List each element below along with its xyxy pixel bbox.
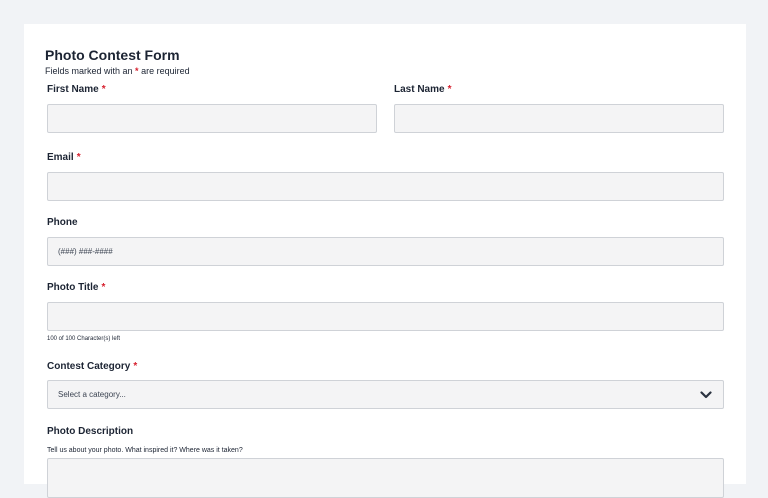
form-title: Photo Contest Form xyxy=(45,47,180,63)
chevron-down-icon xyxy=(699,390,713,400)
first-name-label: First Name * xyxy=(47,84,106,95)
last-name-input[interactable] xyxy=(394,104,724,133)
last-name-label-text: Last Name xyxy=(394,84,445,95)
photo-title-input[interactable] xyxy=(47,302,724,331)
email-input[interactable] xyxy=(47,172,724,201)
photo-title-required-marker: * xyxy=(101,282,106,293)
contest-category-required-marker: * xyxy=(133,361,138,372)
photo-description-textarea[interactable] xyxy=(47,458,724,498)
required-note-suffix: are required xyxy=(138,66,190,76)
phone-input[interactable] xyxy=(47,237,724,266)
phone-label-text: Phone xyxy=(47,217,78,228)
first-name-label-text: First Name xyxy=(47,84,99,95)
contest-category-selected-value: Select a category... xyxy=(58,390,126,399)
photo-title-label-text: Photo Title xyxy=(47,282,99,293)
email-label-text: Email xyxy=(47,152,74,163)
photo-title-character-count: 100 of 100 Character(s) left xyxy=(47,336,121,342)
contest-category-select[interactable]: Select a category... xyxy=(47,380,724,409)
photo-title-label: Photo Title * xyxy=(47,282,105,293)
contest-category-label-text: Contest Category xyxy=(47,361,131,372)
photo-description-hint: Tell us about your photo. What inspired … xyxy=(47,447,243,454)
last-name-required-marker: * xyxy=(447,84,452,95)
first-name-input[interactable] xyxy=(47,104,377,133)
required-note: Fields marked with an * are required xyxy=(45,66,190,76)
contest-category-label: Contest Category * xyxy=(47,361,137,372)
email-label: Email * xyxy=(47,152,81,163)
first-name-required-marker: * xyxy=(101,84,106,95)
photo-description-label: Photo Description xyxy=(47,426,133,437)
last-name-label: Last Name * xyxy=(394,84,451,95)
form-card: Photo Contest Form Fields marked with an… xyxy=(24,24,746,498)
email-required-marker: * xyxy=(76,152,81,163)
required-note-prefix: Fields marked with an xyxy=(45,66,136,76)
photo-description-label-text: Photo Description xyxy=(47,426,134,437)
phone-label: Phone xyxy=(47,217,78,228)
